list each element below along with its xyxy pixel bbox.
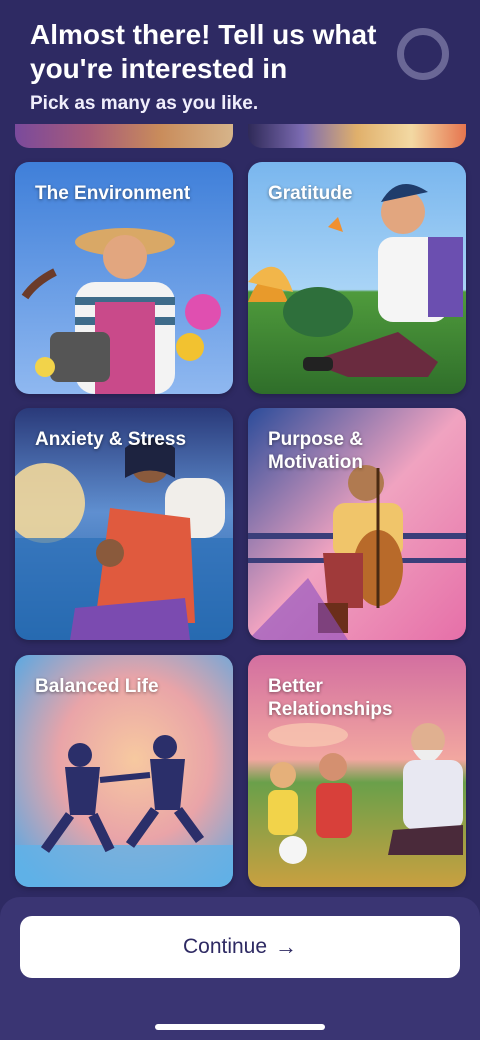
page-title: Almost there! Tell us what you're intere… bbox=[30, 19, 377, 84]
continue-label: Continue bbox=[182, 935, 268, 958]
topic-card-environment[interactable]: The Environment bbox=[15, 162, 233, 394]
topic-label: The Environment bbox=[35, 183, 191, 204]
arrow-right-icon: → bbox=[275, 934, 298, 959]
home-indicator[interactable] bbox=[155, 1024, 325, 1030]
header: Almost there! Tell us what you're intere… bbox=[0, 0, 480, 124]
topic-label: Better Relationships bbox=[268, 676, 393, 720]
topic-card-better-relationships[interactable]: Better Relationships bbox=[248, 655, 466, 887]
page-subtitle: Pick as many as you like. bbox=[30, 93, 259, 114]
topic-label: Balanced Life bbox=[35, 676, 159, 697]
topic-label: Purpose & Motivation bbox=[268, 429, 364, 473]
progress-ring-icon bbox=[397, 28, 449, 80]
footer: Continue → bbox=[0, 897, 480, 1040]
topic-card-balanced-life[interactable]: Balanced Life bbox=[15, 655, 233, 887]
topic-card-purpose-motivation[interactable]: Purpose & Motivation bbox=[248, 408, 466, 640]
topic-label: Gratitude bbox=[268, 183, 353, 204]
topic-card-anxiety-stress[interactable]: Anxiety & Stress bbox=[15, 408, 233, 640]
previous-card-peek-left[interactable] bbox=[15, 122, 233, 148]
topic-card-gratitude[interactable]: Gratitude bbox=[248, 162, 466, 394]
previous-card-peek-right[interactable] bbox=[248, 122, 466, 148]
topic-label: Anxiety & Stress bbox=[35, 429, 187, 450]
continue-button[interactable]: Continue → bbox=[20, 916, 460, 978]
